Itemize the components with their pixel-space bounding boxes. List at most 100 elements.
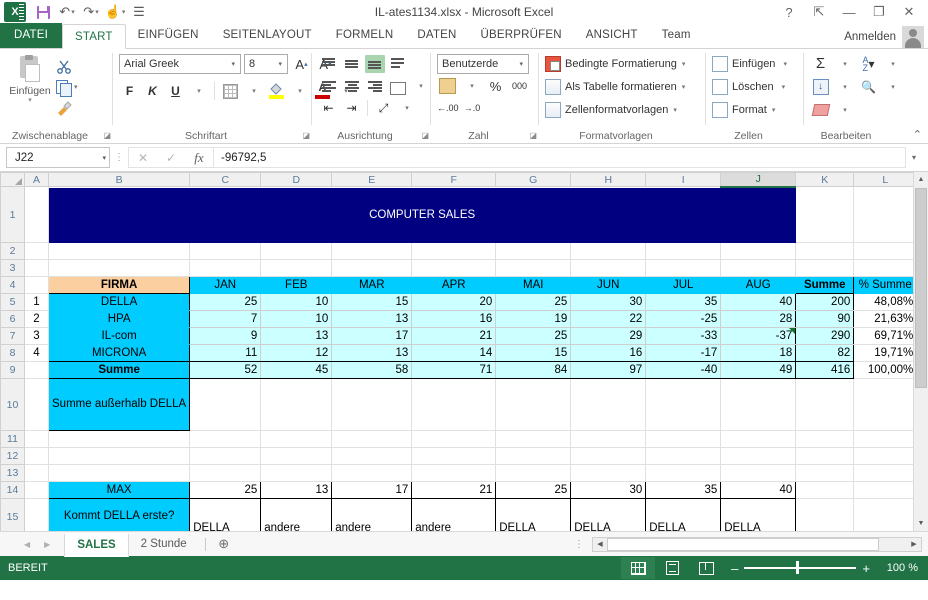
borders-button[interactable]: [220, 81, 241, 102]
cell-L13[interactable]: [853, 464, 918, 482]
chevron-down-icon[interactable]: ▾: [834, 99, 855, 120]
cell-G2[interactable]: [495, 242, 572, 260]
cell-kommt-aug[interactable]: DELLA: [720, 498, 797, 531]
cell-J2[interactable]: [720, 242, 797, 260]
row-header-12[interactable]: 12: [0, 447, 25, 465]
cell-della-feb[interactable]: 10: [260, 293, 333, 311]
cell-summe-jan[interactable]: 52: [189, 361, 262, 379]
zoom-in-button[interactable]: +: [862, 562, 870, 575]
chevron-down-icon[interactable]: ▾: [396, 98, 417, 119]
cell-ilcom-feb[interactable]: 13: [260, 327, 333, 345]
cell-G12[interactable]: [495, 447, 572, 465]
horizontal-scrollbar[interactable]: ◀ ▶: [592, 536, 922, 552]
cell-A15[interactable]: [24, 498, 49, 531]
align-middle-button[interactable]: [341, 54, 362, 75]
sheet-prev-icon[interactable]: ◀: [24, 540, 30, 549]
cell-D11[interactable]: [260, 430, 333, 448]
cell-G13[interactable]: [495, 464, 572, 482]
cell-microna-jun[interactable]: 16: [570, 344, 647, 362]
tab-formeln[interactable]: FORMELN: [324, 23, 406, 48]
cell-H13[interactable]: [570, 464, 647, 482]
cell-kommt-jul[interactable]: DELLA: [645, 498, 722, 531]
bold-button[interactable]: F: [119, 81, 140, 102]
cell-H12[interactable]: [570, 447, 647, 465]
cell-L2[interactable]: [853, 242, 918, 260]
cell-ilcom-apr[interactable]: 21: [411, 327, 497, 345]
cell-E10[interactable]: [331, 378, 413, 431]
tab-datei[interactable]: DATEI: [0, 23, 63, 48]
chevron-down-icon[interactable]: ▾: [834, 76, 855, 97]
cell-C10[interactable]: [189, 378, 262, 431]
cell-E12[interactable]: [331, 447, 413, 465]
cell-kommt-jun[interactable]: DELLA: [570, 498, 647, 531]
close-icon[interactable]: ✕: [894, 1, 924, 23]
cell-L1[interactable]: [853, 186, 918, 243]
percent-format-button[interactable]: %: [485, 76, 506, 97]
cell-D12[interactable]: [260, 447, 333, 465]
cell-H11[interactable]: [570, 430, 647, 448]
cell-hpa-pct[interactable]: 21,63%: [853, 310, 918, 328]
cell-J3[interactable]: [720, 259, 797, 277]
cell-microna-apr[interactable]: 14: [411, 344, 497, 362]
cell-microna-mai[interactable]: 15: [495, 344, 572, 362]
tab-einfuegen[interactable]: EINFÜGEN: [126, 23, 211, 48]
horizontal-scrollbar-track[interactable]: [607, 537, 907, 551]
font-size-combo[interactable]: 8 ▾: [244, 54, 288, 74]
cell-B2[interactable]: [47, 242, 191, 260]
cell-A8-index[interactable]: 4: [24, 344, 49, 362]
cell-kommt-jan[interactable]: DELLA: [189, 498, 262, 531]
cell-A4[interactable]: [24, 276, 49, 294]
cell-microna-summe[interactable]: 82: [795, 344, 855, 362]
cell-summe-aug[interactable]: 49: [720, 361, 797, 379]
cell-summe-jul[interactable]: -40: [645, 361, 722, 379]
row-header-15[interactable]: 15: [0, 498, 25, 531]
copy-button[interactable]: ▾: [56, 77, 78, 97]
column-header-G[interactable]: G: [495, 172, 572, 187]
cell-L15[interactable]: [853, 498, 918, 531]
cell-D10[interactable]: [260, 378, 333, 431]
cell-K15[interactable]: [795, 498, 855, 531]
dialog-launcher-icon[interactable]: ◪: [103, 128, 111, 143]
save-icon[interactable]: [32, 2, 54, 22]
header-feb[interactable]: FEB: [260, 276, 333, 294]
dialog-launcher-icon[interactable]: ◪: [421, 128, 429, 143]
increase-font-size-button[interactable]: A ▴: [291, 54, 312, 75]
ribbon-display-options-icon[interactable]: ⇱: [804, 1, 834, 23]
chevron-down-icon[interactable]: ▾: [461, 76, 482, 97]
align-left-button[interactable]: [318, 76, 339, 97]
row-header-13[interactable]: 13: [0, 464, 25, 482]
cell-summe-apr[interactable]: 71: [411, 361, 497, 379]
scroll-up-icon[interactable]: ▲: [914, 172, 928, 187]
paste-button[interactable]: Einfügen ▾: [4, 52, 56, 105]
tab-seitenlayout[interactable]: SEITENLAYOUT: [211, 23, 324, 48]
header-mai[interactable]: MAI: [495, 276, 572, 294]
row-header-3[interactable]: 3: [0, 259, 25, 277]
cell-ilcom-pct[interactable]: 69,71%: [853, 327, 918, 345]
cell-firma-ilcom[interactable]: IL-com: [47, 327, 191, 345]
vertical-scrollbar[interactable]: ▲ ▼: [913, 172, 928, 531]
row-header-14[interactable]: 14: [0, 481, 25, 499]
fill-color-button[interactable]: [266, 81, 287, 102]
name-box[interactable]: J22 ▾: [6, 147, 110, 168]
cell-K3[interactable]: [795, 259, 855, 277]
cell-ilcom-mai[interactable]: 25: [495, 327, 572, 345]
zoom-slider-thumb[interactable]: [796, 561, 800, 575]
cell-L3[interactable]: [853, 259, 918, 277]
tab-daten[interactable]: DATEN: [405, 23, 468, 48]
accept-formula-icon[interactable]: ✓: [157, 148, 185, 167]
chevron-down-icon[interactable]: ▾: [243, 81, 264, 102]
format-painter-button[interactable]: [56, 98, 78, 118]
zoom-slider[interactable]: [744, 561, 857, 575]
cell-firma-hpa[interactable]: HPA: [47, 310, 191, 328]
row-header-1[interactable]: 1: [0, 186, 25, 243]
cell-I10[interactable]: [645, 378, 722, 431]
scroll-right-icon[interactable]: ▶: [907, 538, 921, 551]
cell-F10[interactable]: [411, 378, 497, 431]
cell-J12[interactable]: [720, 447, 797, 465]
cell-H10[interactable]: [570, 378, 647, 431]
cell-F12[interactable]: [411, 447, 497, 465]
cell-J11[interactable]: [720, 430, 797, 448]
column-header-E[interactable]: E: [331, 172, 413, 187]
row-header-10[interactable]: 10: [0, 378, 25, 431]
cell-summe-pct[interactable]: 100,00%: [853, 361, 918, 379]
